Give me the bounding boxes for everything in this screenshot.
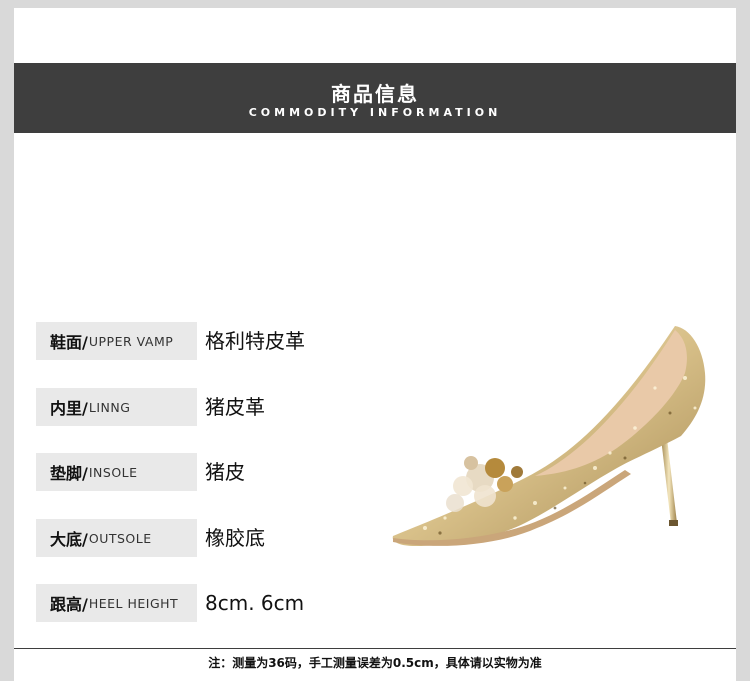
spec-label-cn: 内里/ [50, 399, 88, 418]
spec-label-cn: 大底/ [50, 530, 88, 549]
spec-label-cn: 跟高/ [50, 595, 88, 614]
spec-label-en: HEEL HEIGHT [88, 595, 179, 611]
spec-value: 格利特皮革 [205, 329, 305, 353]
spec-label-cn: 鞋面/ [50, 333, 88, 352]
spec-row-lining: 内里/ LINNG 猪皮革 [36, 388, 326, 426]
spec-label: 鞋面/ UPPER VAMP [36, 322, 197, 360]
spec-label: 垫脚/ INSOLE [36, 453, 197, 491]
footer-note: 注：测量为36码，手工测量误差为0.5cm，具体请以实物为准 [208, 656, 542, 670]
spec-label: 大底/ OUTSOLE [36, 519, 197, 557]
header-title: 商品信息 [331, 82, 419, 106]
spec-value: 8cm. 6cm [205, 591, 305, 615]
spec-row-upper: 鞋面/ UPPER VAMP 格利特皮革 [36, 322, 326, 360]
spec-label: 内里/ LINNG [36, 388, 197, 426]
shoe-image [392, 326, 706, 546]
heel-tip [669, 520, 678, 526]
spec-label-en: UPPER VAMP [88, 333, 174, 349]
spec-label-en: OUTSOLE [88, 530, 152, 546]
spec-value: 猪皮 [205, 460, 245, 484]
header-subtitle-row: COMMODITY INFORMATION [0, 104, 750, 120]
heel-stem [661, 438, 677, 524]
spec-value: 橡胶底 [205, 526, 265, 550]
spec-label-en: INSOLE [88, 464, 138, 480]
spec-label-cn: 垫脚/ [50, 464, 88, 483]
spec-value: 猪皮革 [205, 395, 265, 419]
spec-row-outsole: 大底/ OUTSOLE 橡胶底 [36, 519, 326, 557]
header-subtitle: COMMODITY INFORMATION [248, 105, 502, 119]
spec-row-heel-height: 跟高/ HEEL HEIGHT 8cm. 6cm [36, 584, 326, 622]
spec-label: 跟高/ HEEL HEIGHT [36, 584, 197, 622]
spec-row-insole: 垫脚/ INSOLE 猪皮 [36, 453, 326, 491]
spec-label-en: LINNG [88, 399, 131, 415]
